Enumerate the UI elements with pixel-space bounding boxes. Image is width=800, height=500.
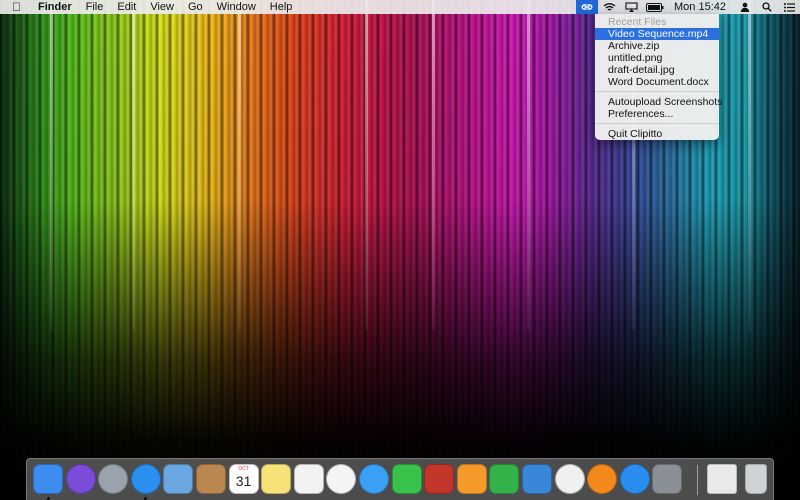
wifi-icon[interactable] — [598, 0, 620, 14]
calendar-day-label: 31 — [235, 473, 252, 489]
recent-file-item[interactable]: untitled.png — [595, 52, 719, 64]
calendar-month-label: OCT — [238, 466, 249, 472]
search-icon[interactable] — [756, 0, 778, 14]
menu-bar:  Finder File Edit View Go Window Help M… — [0, 0, 800, 14]
app-store-icon[interactable] — [619, 464, 650, 494]
user-icon[interactable] — [734, 0, 756, 14]
wallpaper-streak — [527, 0, 530, 330]
finder-icon[interactable] — [33, 464, 63, 494]
menu-separator — [595, 123, 719, 124]
launchpad-icon[interactable] — [98, 464, 129, 494]
autoupload-screenshots-item[interactable]: Autoupload Screenshots — [595, 96, 722, 108]
quit-clipitto-item[interactable]: Quit Clipitto — [595, 128, 719, 140]
preferences-item[interactable]: Preferences... — [595, 108, 719, 120]
photos-icon[interactable] — [326, 464, 357, 494]
notes-icon[interactable] — [261, 464, 292, 494]
dock: OCT 31 — [26, 458, 774, 500]
pages-icon[interactable] — [456, 464, 487, 494]
wallpaper-streak — [238, 0, 241, 330]
reminders-icon[interactable] — [293, 464, 324, 494]
keynote-icon[interactable] — [522, 464, 552, 494]
calendar-icon[interactable]: OCT 31 — [228, 464, 259, 494]
trash-icon[interactable] — [745, 464, 767, 494]
wallpaper-streak — [132, 0, 135, 330]
menu-go[interactable]: Go — [181, 0, 210, 14]
menu-view[interactable]: View — [143, 0, 181, 14]
messages-icon[interactable] — [359, 464, 389, 494]
recent-file-item[interactable]: draft-detail.jpg — [595, 64, 719, 76]
system-preferences-icon[interactable] — [652, 464, 683, 494]
wallpaper-streak — [50, 0, 53, 330]
mail-icon[interactable] — [163, 464, 194, 494]
menu-file[interactable]: File — [79, 0, 111, 14]
airplay-icon[interactable] — [620, 0, 642, 14]
menu-separator — [595, 91, 719, 92]
dock-divider — [697, 465, 698, 495]
wallpaper-streak — [365, 0, 368, 330]
menu-window[interactable]: Window — [210, 0, 263, 14]
safari-icon[interactable] — [130, 464, 161, 494]
itunes-icon[interactable] — [554, 464, 585, 494]
app-menu-finder[interactable]: Finder — [31, 0, 79, 14]
contacts-icon[interactable] — [196, 464, 226, 494]
downloads-stack-icon[interactable] — [707, 464, 737, 494]
recent-file-item[interactable]: Video Sequence.mp4 — [595, 28, 719, 40]
facetime-icon[interactable] — [391, 464, 422, 494]
wallpaper-streak — [432, 0, 435, 330]
battery-icon[interactable] — [642, 0, 668, 14]
recent-file-item[interactable]: Word Document.docx — [595, 76, 719, 88]
ibooks-icon[interactable] — [587, 464, 618, 494]
list-icon[interactable] — [778, 0, 800, 14]
siri-icon[interactable] — [65, 464, 96, 494]
recent-files-header: Recent Files — [608, 16, 667, 28]
recent-file-item[interactable]: Archive.zip — [595, 40, 719, 52]
clock[interactable]: Mon 15:42 — [668, 1, 734, 13]
photo-booth-icon[interactable] — [424, 464, 455, 494]
clipitto-menu: Recent Files Video Sequence.mp4 Archive.… — [595, 14, 722, 140]
numbers-icon[interactable] — [489, 464, 520, 494]
menu-help[interactable]: Help — [263, 0, 300, 14]
apple-menu-icon[interactable]:  — [0, 0, 31, 14]
clipitto-link-icon[interactable] — [576, 0, 599, 14]
menu-edit[interactable]: Edit — [110, 0, 143, 14]
wallpaper-streak — [748, 0, 751, 330]
